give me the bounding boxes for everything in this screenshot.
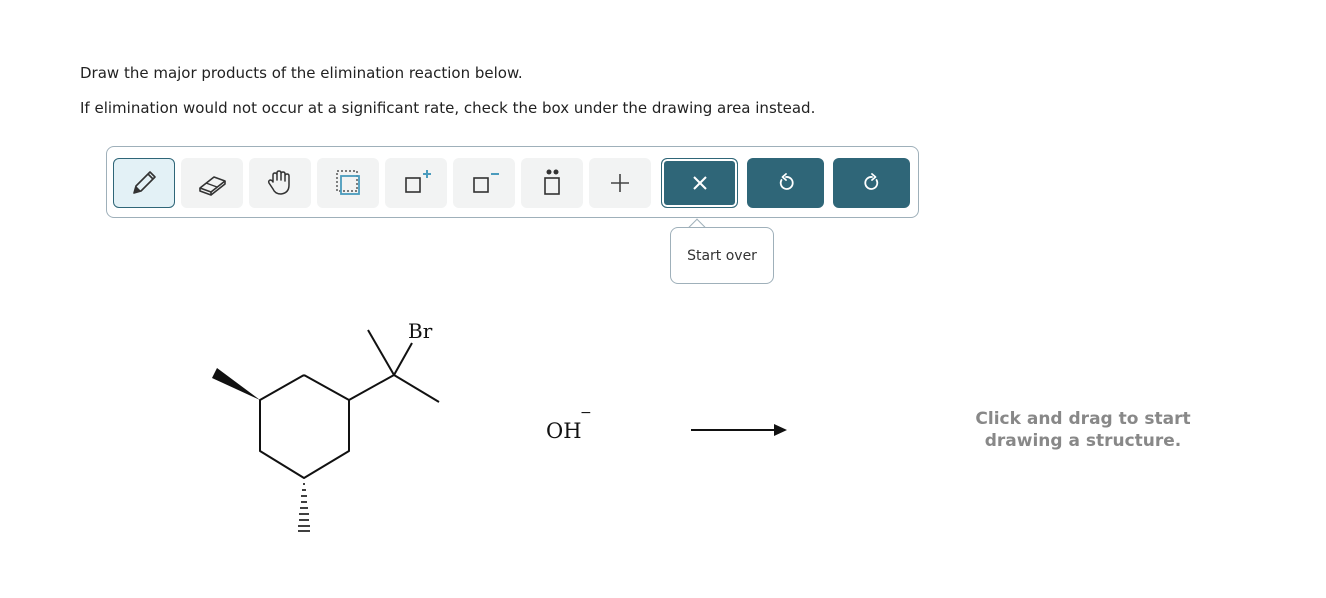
placeholder-line-1: Click and drag to start [975,409,1191,429]
start-over-button[interactable] [661,158,738,208]
add-negative-charge-icon [473,173,499,193]
positive-charge-tool-button[interactable] [385,158,447,208]
tooltip-text: Start over [687,247,757,264]
reagent-charge: − [580,405,592,421]
start-over-tooltip: Start over [670,227,774,284]
hand-icon [267,170,290,195]
reaction-arrow [691,424,787,436]
undo-button[interactable] [747,158,824,208]
pencil-tool-button[interactable] [113,158,175,208]
instruction-line-1: Draw the major products of the eliminati… [80,64,523,82]
negative-charge-tool-button[interactable] [453,158,515,208]
lone-pair-tool-button[interactable] [521,158,583,208]
undo-icon [779,173,794,190]
redo-button[interactable] [833,158,910,208]
placeholder-line-2: drawing a structure. [984,431,1182,451]
hand-tool-button[interactable] [249,158,311,208]
add-plus-sign-icon [611,174,629,192]
instruction-line-2: If elimination would not occur at a sign… [80,99,816,117]
bromine-label: Br [408,319,433,343]
instructions: Draw the major products of the eliminati… [80,64,815,117]
reagent-label: OH [546,419,582,443]
select-tool-button[interactable] [317,158,379,208]
drawing-toolbar [106,146,919,218]
start-over-icon [692,176,707,190]
eraser-tool-button[interactable] [181,158,243,208]
reagent-hydroxide: OH − [546,405,592,443]
redo-icon [863,173,878,190]
eraser-icon [199,176,226,196]
add-lone-pair-icon [544,169,560,195]
add-positive-charge-icon [405,170,431,193]
pencil-icon [133,171,156,194]
drawing-area-placeholder[interactable]: Click and drag to start drawing a struct… [940,408,1226,452]
plus-sign-tool-button[interactable] [589,158,651,208]
select-box-icon [336,170,360,195]
reactant-molecule: Br [212,319,440,532]
